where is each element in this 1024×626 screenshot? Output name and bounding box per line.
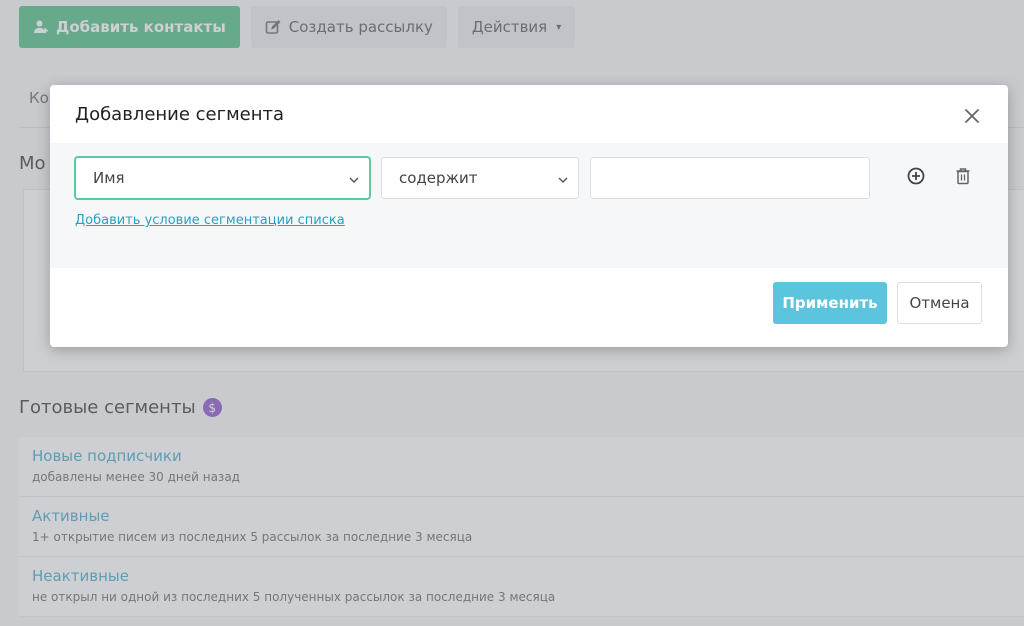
plus-circle-icon[interactable] xyxy=(905,165,927,187)
field-select-value: Имя xyxy=(93,169,125,187)
trash-icon[interactable] xyxy=(952,165,974,187)
cancel-button[interactable]: Отмена xyxy=(897,282,982,324)
chevron-down-icon xyxy=(558,169,568,187)
field-select[interactable]: Имя xyxy=(75,157,370,199)
segment-conditions: Имя содержит Добавить условие сегментаци… xyxy=(50,143,1008,268)
add-condition-link[interactable]: Добавить условие сегментации списка xyxy=(75,213,345,228)
operator-select-value: содержит xyxy=(399,169,478,187)
add-segment-modal: Добавление сегмента Имя содержит Добавит… xyxy=(50,85,1008,347)
condition-value-input[interactable] xyxy=(590,157,870,199)
operator-select[interactable]: содержит xyxy=(381,157,579,199)
close-icon[interactable] xyxy=(960,104,984,128)
modal-title: Добавление сегмента xyxy=(75,104,285,125)
chevron-down-icon xyxy=(349,169,359,187)
apply-button[interactable]: Применить xyxy=(773,282,887,324)
